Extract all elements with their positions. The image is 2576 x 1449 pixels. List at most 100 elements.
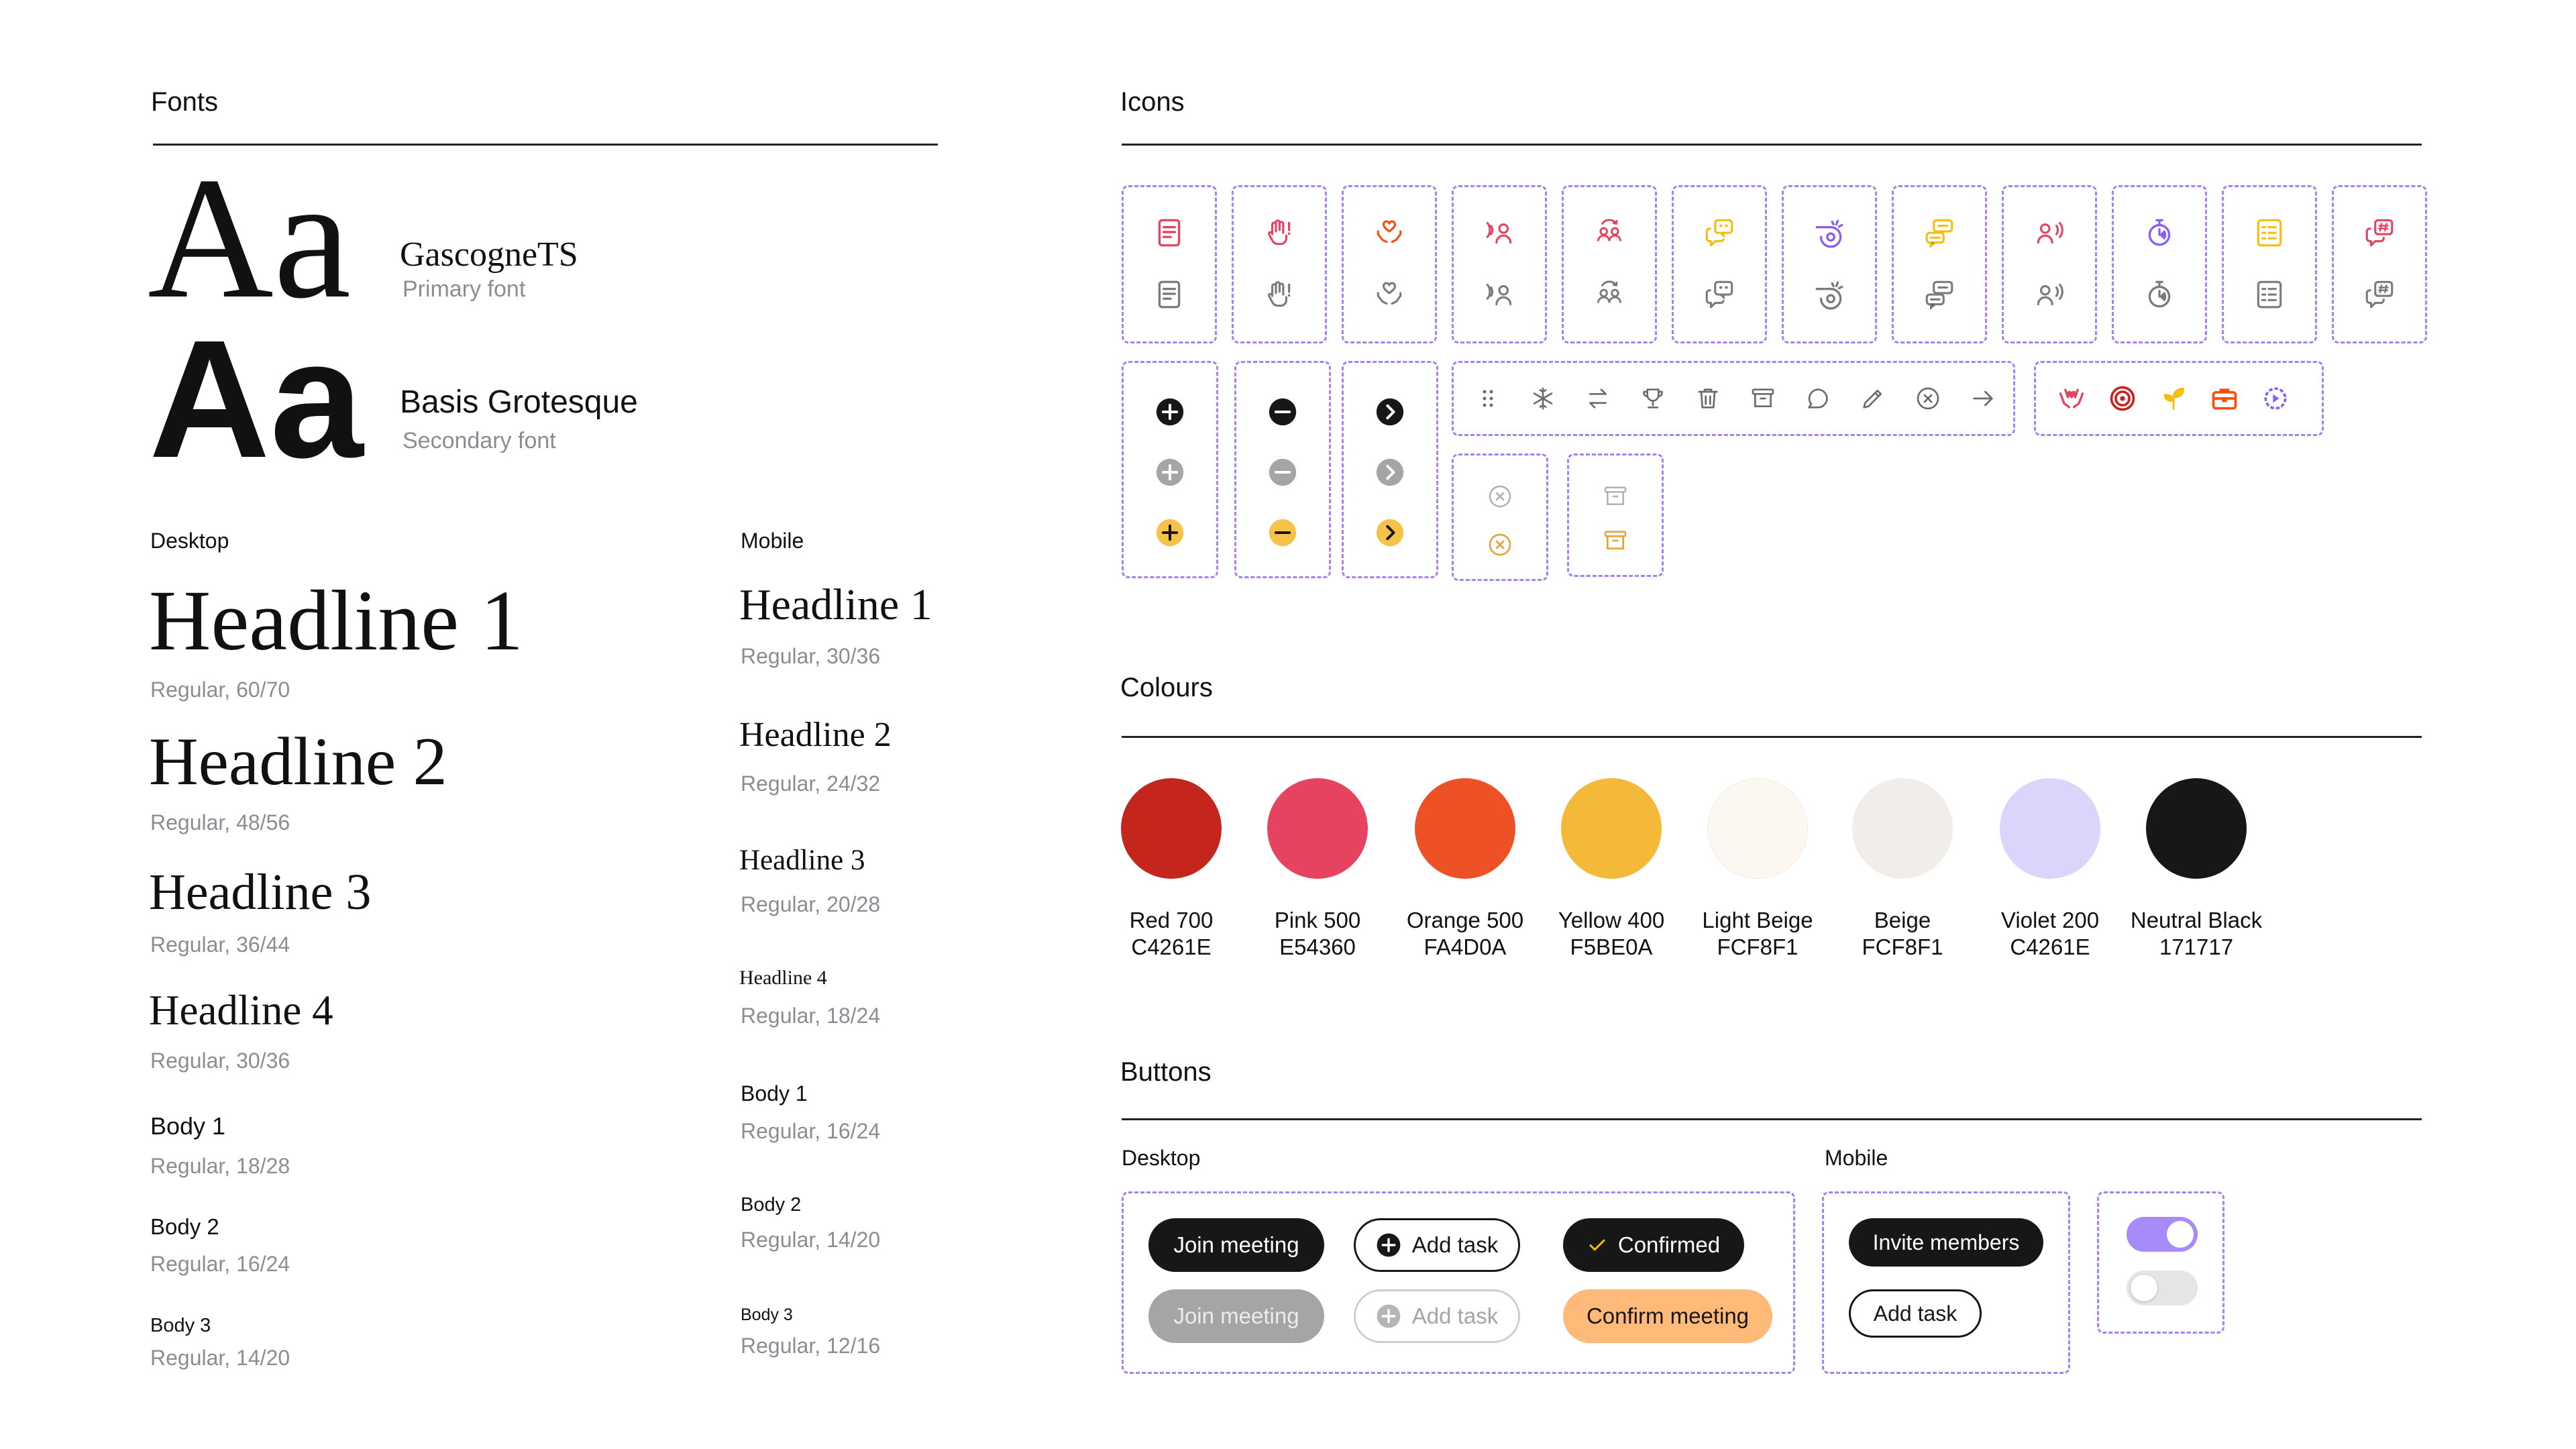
colour-swatch [1852, 778, 1953, 879]
group-sync-icon [1597, 219, 1622, 241]
chat-bubbles-icon-box [1672, 185, 1767, 343]
colour-label: Pink 500 E54360 [1237, 907, 1398, 961]
raised-hand-icon-box [1232, 185, 1327, 343]
plus-circle-icon [1156, 519, 1184, 547]
trash-icon [1698, 388, 1718, 409]
join-meeting-label: Join meeting [1173, 1232, 1299, 1257]
check-icon [1589, 1239, 1605, 1251]
archive-icon [1604, 531, 1627, 549]
colour-name: Red 700 [1129, 908, 1214, 932]
desktop-body-2-spec: Regular, 16/24 [150, 1252, 290, 1276]
person-voice-icon [2037, 283, 2063, 306]
toggle-on-knob [2167, 1221, 2194, 1248]
minus-circle-icon [1269, 398, 1297, 426]
buttons-title: Buttons [1120, 1057, 1212, 1087]
swap-arrows-icon [1589, 388, 1607, 409]
chevron-right-circle-icon [1376, 519, 1404, 547]
primary-font-role: Primary font [402, 276, 526, 302]
group-sync-icon [1597, 280, 1622, 303]
invite-members-label: Invite members [1872, 1230, 2020, 1254]
toggle-on[interactable] [2127, 1217, 2198, 1252]
trophy-icon [1643, 388, 1663, 409]
add-task-label: Add task [1411, 1232, 1499, 1257]
desktop-body-1-spec: Regular, 18/28 [150, 1154, 290, 1178]
colour-swatch [1121, 778, 1222, 879]
timer-icon-box [2112, 185, 2207, 343]
desktop-headline-1: Headline 1 [149, 573, 523, 668]
mobile-headline-2: Headline 2 [739, 716, 892, 754]
desktop-headline-3: Headline 3 [149, 864, 372, 920]
mobile-headline-1-spec: Regular, 30/36 [741, 644, 881, 668]
comment-icon [1808, 388, 1828, 409]
chat-bubbles-icon [1705, 280, 1733, 309]
checklist-icon [2257, 219, 2282, 247]
add-task-disabled-button[interactable]: Add task [1354, 1289, 1520, 1343]
colour-label: Red 700 C4261E [1091, 907, 1252, 961]
message-boxes-icon [1925, 219, 1953, 249]
colour-swatch [2000, 778, 2100, 879]
plus-circle-icon [1156, 398, 1184, 426]
mobile-headline-2-spec: Regular, 24/32 [741, 771, 881, 796]
chat-bubbles-icon [1705, 219, 1733, 247]
desktop-headline-2: Headline 2 [149, 724, 447, 800]
colour-hex: C4261E [2010, 934, 2090, 959]
colours-divider [1122, 736, 2422, 738]
fonts-title: Fonts [151, 87, 219, 117]
desktop-headline-1-spec: Regular, 60/70 [150, 678, 290, 702]
desktop-body-2: Body 2 [150, 1214, 219, 1239]
raised-hand-icon [1268, 281, 1291, 307]
join-meeting-button[interactable]: Join meeting [1148, 1218, 1324, 1272]
arrow-right-icon [1973, 390, 1993, 407]
icons-divider [1122, 144, 2422, 146]
drag-handle-icon [1483, 390, 1493, 407]
colour-label: Yellow 400 F5BE0A [1531, 907, 1692, 961]
mobile-headline-3-spec: Regular, 20/28 [741, 892, 881, 916]
secondary-font-role: Secondary font [402, 428, 556, 453]
timer-icon [2148, 219, 2171, 246]
colour-label: Orange 500 FA4D0A [1385, 907, 1546, 961]
colour-hex: FA4D0A [1424, 934, 1507, 959]
invite-members-button[interactable]: Invite members [1849, 1218, 2043, 1267]
toggle-off[interactable] [2127, 1271, 2198, 1305]
whistle-icon-box [1782, 185, 1877, 343]
mobile-headline-4: Headline 4 [739, 967, 827, 989]
desktop-type-title: Desktop [150, 529, 229, 553]
document-icon-box [1122, 185, 1217, 343]
target-icon [2110, 386, 2135, 411]
add-task-button[interactable]: Add task [1354, 1218, 1520, 1272]
secondary-font-sample: Aa [149, 305, 364, 492]
colour-label: Beige FCF8F1 [1822, 907, 1983, 961]
whistle-icon [1815, 219, 1843, 248]
colour-name: Beige [1874, 908, 1931, 932]
mobile-add-task-button[interactable]: Add task [1849, 1289, 1982, 1338]
gear-play-icon [2264, 387, 2287, 410]
colours-title: Colours [1120, 673, 1213, 702]
caring-hands-icon-box [1342, 185, 1437, 343]
desktop-body-3-spec: Regular, 14/20 [150, 1346, 290, 1370]
colour-hex: 171717 [2159, 934, 2234, 959]
colour-label: Violet 200 C4261E [1970, 907, 2131, 961]
mobile-add-task-label: Add task [1873, 1301, 1957, 1326]
document-icon [1158, 219, 1181, 247]
join-meeting-disabled-button[interactable]: Join meeting [1148, 1289, 1324, 1343]
archive-icon-states [1567, 453, 1664, 577]
confirmed-button[interactable]: Confirmed [1563, 1218, 1744, 1272]
message-boxes-icon [1925, 280, 1953, 311]
speaking-person-icon-box [1452, 185, 1547, 343]
join-meeting-disabled-label: Join meeting [1173, 1303, 1299, 1328]
hands-heart-icon [2059, 388, 2084, 409]
snowflake-icon [1533, 387, 1553, 410]
buttons-desktop-title: Desktop [1122, 1146, 1201, 1170]
confirm-meeting-button[interactable]: Confirm meeting [1563, 1289, 1772, 1343]
buttons-mobile-title: Mobile [1825, 1146, 1888, 1170]
colour-swatch [2146, 778, 2247, 879]
colour-hex: E54360 [1279, 934, 1356, 959]
sprout-icon [2163, 387, 2185, 410]
person-voice-icon-box [2002, 185, 2097, 343]
colour-swatch [1707, 778, 1808, 879]
raised-hand-icon [1268, 219, 1291, 246]
speaking-person-icon [1486, 283, 1512, 306]
archive-icon [1752, 388, 1774, 407]
close-icon-states [1452, 453, 1548, 581]
colour-hex: FCF8F1 [1862, 934, 1943, 959]
